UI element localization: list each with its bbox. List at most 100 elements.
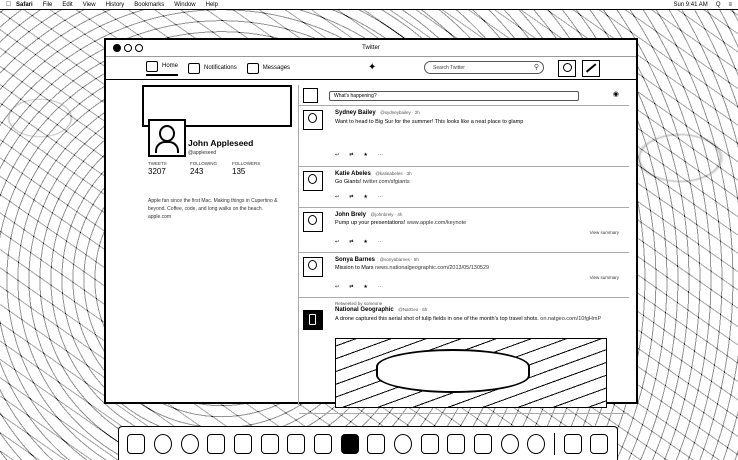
tweet-link[interactable]: www.apple.com/keynote xyxy=(407,220,466,226)
facetime-icon[interactable] xyxy=(474,433,493,454)
profile-bio: Apple fan since the first Mac. Making th… xyxy=(148,198,278,220)
favorite-icon[interactable]: ★ xyxy=(363,284,367,290)
more-icon[interactable]: ⋯ xyxy=(378,239,383,245)
favorite-icon[interactable]: ★ xyxy=(363,239,367,245)
tweet[interactable]: Katie Abeles @katieabeles · 3h Go Giants… xyxy=(299,167,629,208)
reply-icon[interactable]: ↩ xyxy=(335,239,339,245)
itunes-icon[interactable] xyxy=(394,433,413,454)
tweet-author[interactable]: Katie Abeles xyxy=(335,171,371,177)
stat-value: 243 xyxy=(190,167,204,176)
more-icon[interactable]: ⋯ xyxy=(378,152,383,158)
messages-app-icon[interactable] xyxy=(447,433,466,454)
tab-notifications[interactable]: Notifications xyxy=(188,62,237,74)
tweet-link[interactable]: news.nationalgeographic.com/2013/05/1305… xyxy=(375,265,489,271)
retweet-icon[interactable]: ⇄ xyxy=(349,194,353,200)
tweet-author[interactable]: John Brely xyxy=(335,212,366,218)
menu-edit[interactable]: Edit xyxy=(62,2,72,8)
avatar[interactable] xyxy=(303,310,323,330)
avatar[interactable] xyxy=(303,212,323,232)
twitter-bird-icon[interactable]: ✦ xyxy=(368,62,376,73)
tweet-photo[interactable] xyxy=(335,338,607,408)
menu-help[interactable]: Help xyxy=(206,2,218,8)
dock xyxy=(118,426,618,460)
menu-safari[interactable]: Safari xyxy=(16,2,33,8)
notes-icon[interactable] xyxy=(287,433,306,454)
stat-following[interactable]: FOLLOWING 243 xyxy=(190,161,232,176)
avatar[interactable] xyxy=(303,257,323,277)
search-icon[interactable]: ⚲ xyxy=(534,63,539,71)
avatar[interactable] xyxy=(303,110,323,130)
tweet-author[interactable]: Sydney Bailey xyxy=(335,110,376,116)
stat-tweets[interactable]: TWEETS 3207 xyxy=(148,161,190,176)
more-icon[interactable]: ⋯ xyxy=(378,284,383,290)
photos-icon[interactable] xyxy=(207,433,226,454)
view-summary-link[interactable]: View summary xyxy=(590,230,619,235)
more-icon[interactable]: ⋯ xyxy=(378,194,383,200)
account-avatar[interactable] xyxy=(558,60,576,77)
maps-icon[interactable] xyxy=(340,433,359,454)
tweet[interactable]: Retweeted by someone National Geographic… xyxy=(299,298,629,414)
search-placeholder: Search Twitter xyxy=(433,64,465,71)
tweet-composer: What's happening? ◉ xyxy=(299,85,629,106)
tweet-header: National Geographic @NatGeo · 6h xyxy=(335,307,427,313)
notification-center-icon[interactable]: ≡ xyxy=(728,2,732,8)
tweet[interactable]: Sydney Bailey @sydneybailey · 2h Want to… xyxy=(299,106,629,167)
twitter-nav: Home Notifications Messages ✦ Search Twi… xyxy=(106,57,636,80)
downloads-icon[interactable] xyxy=(563,433,582,454)
app-store-icon[interactable] xyxy=(500,433,519,454)
compose-icon[interactable] xyxy=(582,60,600,77)
tweet-text-main: Pump up your presentations! xyxy=(335,220,406,226)
launchpad-icon[interactable] xyxy=(154,433,172,454)
tab-home-label: Home xyxy=(162,63,179,69)
tweet-link[interactable]: on.natgeo.com/10fgHmP xyxy=(540,316,601,322)
reminders-icon[interactable] xyxy=(314,433,333,454)
menu-file[interactable]: File xyxy=(43,2,53,8)
spotlight-icon[interactable]: Q xyxy=(716,2,721,8)
apple-icon[interactable]:  xyxy=(6,1,16,8)
retweet-icon[interactable]: ⇄ xyxy=(349,239,353,245)
contacts-icon[interactable] xyxy=(234,433,253,454)
reply-icon[interactable]: ↩ xyxy=(335,194,339,200)
menu-bookmarks[interactable]: Bookmarks xyxy=(134,2,164,8)
ibooks-icon[interactable] xyxy=(420,433,439,454)
calendar-icon[interactable] xyxy=(260,433,279,454)
camera-icon[interactable]: ◉ xyxy=(613,90,619,98)
favorite-icon[interactable]: ★ xyxy=(363,194,367,200)
safari-icon[interactable] xyxy=(180,433,199,454)
avatar[interactable] xyxy=(303,171,323,191)
tweet-author[interactable]: National Geographic xyxy=(335,307,394,313)
retweet-icon[interactable]: ⇄ xyxy=(349,284,353,290)
menu-window[interactable]: Window xyxy=(174,2,195,8)
finder-icon[interactable] xyxy=(127,433,146,454)
profile-stats: TWEETS 3207 FOLLOWING 243 FOLLOWERS 135 xyxy=(148,161,274,176)
tweet-link[interactable]: twitter.com/sfgiants xyxy=(363,179,410,185)
reply-icon[interactable]: ↩ xyxy=(335,284,339,290)
tab-messages[interactable]: Messages xyxy=(246,62,290,74)
stat-value: 135 xyxy=(232,167,246,176)
photo-booth-icon[interactable] xyxy=(367,433,386,454)
menu-history[interactable]: History xyxy=(106,2,125,8)
view-summary-link[interactable]: View summary xyxy=(590,275,619,280)
avatar[interactable] xyxy=(148,119,186,157)
compose-input[interactable]: What's happening? xyxy=(329,91,579,101)
profile-handle[interactable]: @appleseed xyxy=(188,150,216,156)
system-preferences-icon[interactable] xyxy=(527,433,546,454)
tweet-meta: @NatGeo · 6h xyxy=(398,307,428,312)
tweet-author[interactable]: Sonya Barnes xyxy=(335,257,375,263)
menu-view[interactable]: View xyxy=(83,2,96,8)
clock[interactable]: Sun 9:41 AM xyxy=(673,2,707,8)
retweet-icon[interactable]: ⇄ xyxy=(349,152,353,158)
tab-home[interactable]: Home xyxy=(146,60,179,76)
tweet-header: Katie Abeles @katieabeles · 3h xyxy=(335,171,412,177)
tweet[interactable]: John Brely @johnbrely · 4h Pump up your … xyxy=(299,208,629,253)
tweet[interactable]: Sonya Barnes @sonyabarnes · 5h Mission t… xyxy=(299,253,629,298)
tweet-text-main: A drone captured this aerial shot of tul… xyxy=(335,316,539,322)
search-input[interactable]: Search Twitter ⚲ xyxy=(424,61,544,74)
stat-label: FOLLOWING xyxy=(190,161,218,166)
stat-followers[interactable]: FOLLOWERS 135 xyxy=(232,161,274,176)
tweet-actions: ↩ ⇄ ★ ⋯ xyxy=(335,194,383,200)
profile-name[interactable]: John Appleseed xyxy=(188,138,253,148)
reply-icon[interactable]: ↩ xyxy=(335,152,339,158)
favorite-icon[interactable]: ★ xyxy=(363,152,367,158)
trash-icon[interactable] xyxy=(590,433,609,454)
